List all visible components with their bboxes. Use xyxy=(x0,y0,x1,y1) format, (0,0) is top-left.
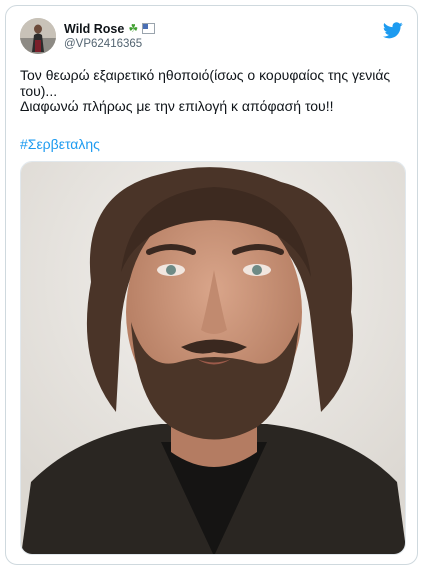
portrait-image xyxy=(21,162,405,554)
avatar[interactable] xyxy=(20,18,56,54)
tweet-text: Τον θεωρώ εξαιρετικό ηθοποιό(ίσως ο κορυ… xyxy=(20,67,406,115)
hashtag-link[interactable]: #Σερβεταλης xyxy=(20,136,100,152)
user-handle[interactable]: @VP62416365 xyxy=(64,38,155,50)
tweet-header: Wild Rose ☘ @VP62416365 xyxy=(20,18,405,62)
tweet-card[interactable]: Wild Rose ☘ @VP62416365 Τον θεωρώ εξαιρε… xyxy=(5,5,418,565)
tweet-line-2: Διαφωνώ πλήρως με την επιλογή κ απόφασή … xyxy=(20,98,334,114)
flag-icon xyxy=(142,23,156,34)
twitter-bird-icon[interactable] xyxy=(383,22,403,39)
shamrock-icon: ☘ xyxy=(128,22,139,35)
tweet-photo[interactable] xyxy=(20,161,406,555)
display-name[interactable]: Wild Rose xyxy=(64,22,124,36)
tweet-line-1: Τον θεωρώ εξαιρετικό ηθοποιό(ίσως ο κορυ… xyxy=(20,67,391,99)
